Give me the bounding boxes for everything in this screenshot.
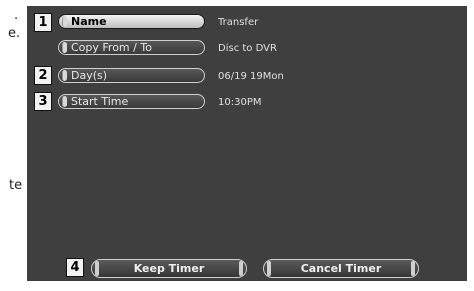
name-value: Transfer: [218, 17, 259, 28]
name-field-button[interactable]: Name: [58, 14, 205, 29]
copy-from-to-label: Copy From / To: [71, 41, 152, 54]
start-time-button[interactable]: Start Time: [58, 94, 205, 109]
callout-number-4: 4: [66, 258, 84, 277]
callout-number-1: 1: [34, 13, 52, 32]
days-value: 06/19 19Mon: [218, 71, 284, 82]
cancel-timer-label: Cancel Timer: [300, 262, 382, 275]
keep-timer-button[interactable]: Keep Timer: [91, 259, 247, 278]
start-time-value: 10:30PM: [218, 97, 262, 108]
days-button[interactable]: Day(s): [58, 68, 205, 83]
callout-number-3: 3: [34, 92, 52, 111]
cancel-timer-button[interactable]: Cancel Timer: [263, 259, 419, 278]
copy-from-to-button[interactable]: Copy From / To: [58, 40, 205, 55]
keep-timer-label: Keep Timer: [133, 262, 205, 275]
side-text-1: .: [14, 8, 19, 23]
side-text-3: te: [9, 178, 23, 193]
side-text-2: e.: [8, 26, 21, 41]
callout-number-2: 2: [34, 66, 52, 85]
copy-from-to-value: Disc to DVR: [218, 43, 277, 54]
days-label: Day(s): [71, 69, 108, 82]
name-label: Name: [71, 15, 107, 28]
timer-setup-screen: 1 Name Transfer Copy From / To Disc to D…: [27, 6, 467, 281]
start-time-label: Start Time: [71, 95, 129, 108]
